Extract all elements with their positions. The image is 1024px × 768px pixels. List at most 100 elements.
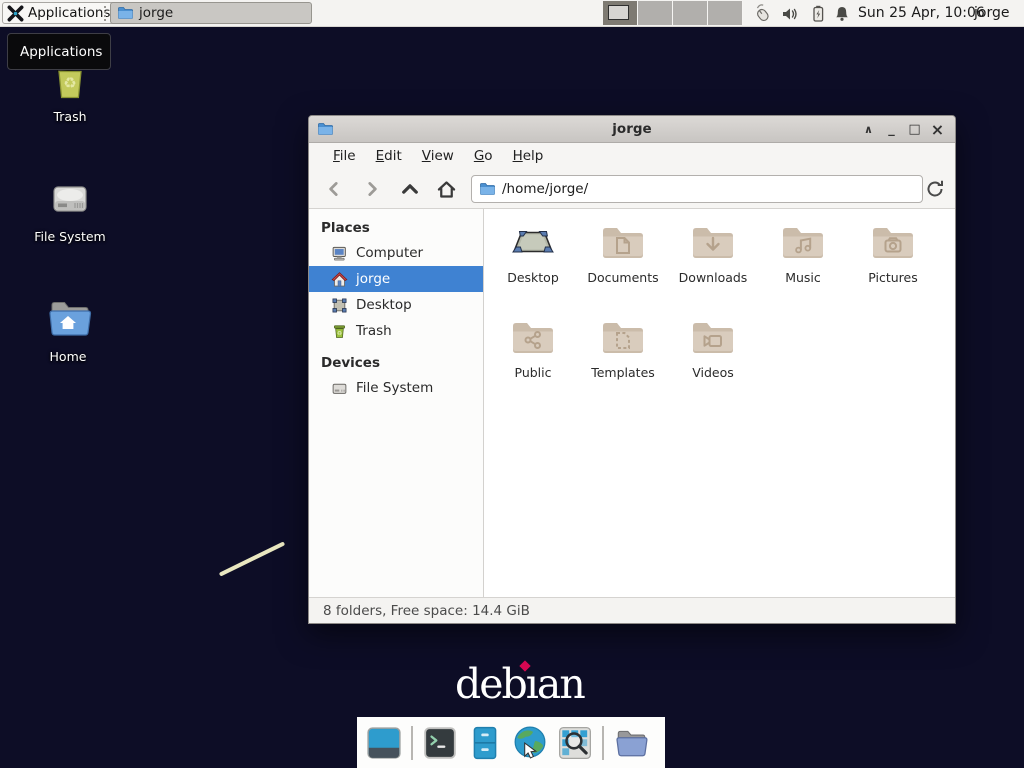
file-item-templates[interactable]: Templates bbox=[578, 314, 668, 409]
panel-clock[interactable]: Sun 25 Apr, 10:06 bbox=[858, 0, 985, 27]
web-browser-icon[interactable] bbox=[512, 725, 548, 761]
workspace-pager[interactable] bbox=[603, 1, 743, 25]
volume-icon[interactable] bbox=[781, 5, 800, 24]
sidebar-item-file-system[interactable]: File System bbox=[309, 375, 483, 401]
dock bbox=[357, 717, 665, 768]
file-item-music[interactable]: Music bbox=[758, 219, 848, 314]
menu-file[interactable]: File bbox=[323, 145, 366, 167]
workspace-window-thumb bbox=[608, 5, 629, 20]
window-folder-icon bbox=[317, 121, 333, 137]
home-directory-icon[interactable] bbox=[613, 725, 649, 761]
trash-small-icon: ♻ bbox=[331, 323, 348, 340]
file-item-label: Desktop bbox=[507, 270, 559, 285]
sidebar-header-devices: Devices bbox=[309, 352, 483, 375]
menu-edit[interactable]: Edit bbox=[366, 145, 412, 167]
window-content: Places Computer bbox=[309, 209, 955, 599]
applications-menu-button[interactable]: Applications bbox=[2, 2, 119, 24]
sidebar-item-computer[interactable]: Computer bbox=[309, 240, 483, 266]
path-input[interactable]: /home/jorge/ bbox=[471, 175, 923, 203]
sidebar-item-trash[interactable]: ♻ Trash bbox=[309, 318, 483, 344]
file-item-public[interactable]: Public bbox=[488, 314, 578, 409]
tooltip-text: Applications bbox=[20, 44, 102, 60]
workspace-4[interactable] bbox=[708, 1, 743, 25]
back-button[interactable] bbox=[321, 177, 347, 201]
minimize-button[interactable]: _ bbox=[880, 126, 903, 134]
panel-username[interactable]: jorge bbox=[974, 0, 1009, 27]
desktop-icon-label: File System bbox=[22, 229, 118, 244]
file-item-label: Videos bbox=[692, 365, 734, 380]
debian-logo-text2: an bbox=[537, 660, 584, 708]
file-item-label: Documents bbox=[587, 270, 658, 285]
statusbar-text: 8 folders, Free space: 14.4 GiB bbox=[323, 603, 530, 619]
battery-charging-icon[interactable] bbox=[809, 4, 828, 23]
forward-button[interactable] bbox=[359, 177, 385, 201]
application-finder-icon[interactable] bbox=[557, 725, 593, 761]
notifications-bell-icon[interactable] bbox=[833, 4, 852, 23]
sidebar: Places Computer bbox=[309, 209, 484, 599]
sidebar-item-label: jorge bbox=[356, 271, 390, 287]
file-cabinet-icon[interactable] bbox=[467, 725, 503, 761]
up-button[interactable] bbox=[397, 177, 423, 201]
debian-logo: debıan bbox=[455, 660, 595, 708]
applications-menu-label: Applications bbox=[28, 5, 110, 21]
menu-view[interactable]: View bbox=[412, 145, 464, 167]
computer-icon bbox=[331, 245, 348, 262]
file-item-label: Pictures bbox=[868, 270, 918, 285]
file-item-videos[interactable]: Videos bbox=[668, 314, 758, 409]
desktop-icon-home[interactable]: Home bbox=[20, 295, 116, 364]
terminal-emulator-icon[interactable] bbox=[422, 725, 458, 761]
reload-button[interactable] bbox=[925, 179, 945, 199]
statusbar: 8 folders, Free space: 14.4 GiB bbox=[309, 597, 955, 623]
file-item-label: Public bbox=[515, 365, 552, 380]
shade-button[interactable]: ∧ bbox=[857, 123, 880, 136]
menu-help[interactable]: Help bbox=[503, 145, 554, 167]
folder-documents-icon bbox=[599, 219, 647, 267]
xfce-applications-icon bbox=[7, 5, 24, 22]
workspace-1[interactable] bbox=[603, 1, 638, 25]
file-item-label: Templates bbox=[591, 365, 655, 380]
sidebar-item-jorge[interactable]: jorge bbox=[309, 266, 483, 292]
sidebar-item-desktop[interactable]: Desktop bbox=[309, 292, 483, 318]
desktop-stray-line bbox=[219, 541, 285, 576]
path-text: /home/jorge/ bbox=[502, 181, 588, 197]
home-button[interactable] bbox=[433, 177, 459, 201]
close-button[interactable]: × bbox=[926, 120, 949, 139]
desktop-icon-file-system[interactable]: File System bbox=[22, 175, 118, 244]
toolbar: /home/jorge/ bbox=[309, 169, 955, 209]
svg-text:♻: ♻ bbox=[337, 330, 342, 337]
window-titlebar[interactable]: jorge ∧ _ □ × bbox=[309, 116, 955, 143]
sidebar-item-label: Desktop bbox=[356, 297, 412, 313]
folder-videos-icon bbox=[689, 314, 737, 362]
dock-separator bbox=[411, 726, 413, 760]
file-item-label: Downloads bbox=[679, 270, 748, 285]
folder-templates-icon bbox=[599, 314, 647, 362]
show-desktop-icon[interactable] bbox=[366, 725, 402, 761]
file-manager-window: jorge ∧ _ □ × File Edit View Go Help bbox=[308, 115, 956, 624]
desktop-icon-label: Trash bbox=[22, 109, 118, 124]
drive-small-icon bbox=[331, 380, 348, 397]
panel-handle[interactable] bbox=[104, 6, 107, 21]
sidebar-item-label: Trash bbox=[356, 323, 392, 339]
file-item-documents[interactable]: Documents bbox=[578, 219, 668, 314]
debian-logo-text: deb bbox=[455, 660, 526, 708]
mouse-icon[interactable] bbox=[753, 4, 772, 23]
workspace-2[interactable] bbox=[638, 1, 673, 25]
desktop-icon-label: Home bbox=[20, 349, 116, 364]
file-item-desktop[interactable]: Desktop bbox=[488, 219, 578, 314]
taskbar-window-label: jorge bbox=[139, 5, 173, 21]
file-item-pictures[interactable]: Pictures bbox=[848, 219, 938, 314]
taskbar-window-button[interactable]: jorge bbox=[110, 2, 312, 24]
home-icon bbox=[331, 271, 348, 288]
folder-downloads-icon bbox=[689, 219, 737, 267]
folder-pictures-icon bbox=[869, 219, 917, 267]
folder-icon bbox=[117, 5, 133, 21]
workspace-3[interactable] bbox=[673, 1, 708, 25]
home-folder-icon bbox=[44, 295, 92, 343]
maximize-button[interactable]: □ bbox=[903, 122, 926, 137]
sidebar-item-label: File System bbox=[356, 380, 433, 396]
path-folder-icon bbox=[479, 181, 495, 197]
file-grid: Desktop Documents bbox=[484, 209, 955, 599]
file-item-downloads[interactable]: Downloads bbox=[668, 219, 758, 314]
menu-go[interactable]: Go bbox=[464, 145, 503, 167]
desktop-place-icon bbox=[331, 297, 348, 314]
